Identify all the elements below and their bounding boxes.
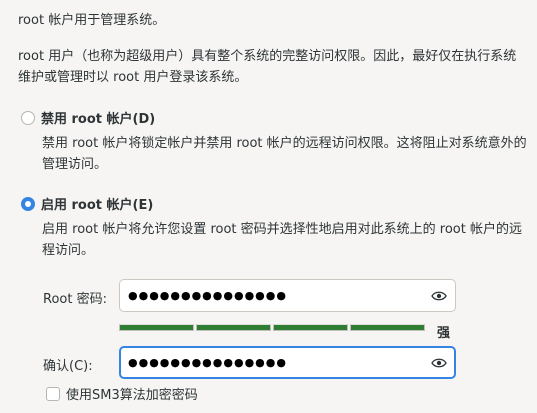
disable-root-radio[interactable]: 禁用 root 帐户(D): [21, 108, 155, 127]
radio-unchecked-icon[interactable]: [21, 110, 35, 125]
confirm-password-label: 确认(C):: [43, 359, 93, 374]
enable-root-label[interactable]: 启用 root 帐户(E): [41, 194, 153, 213]
radio-checked-icon[interactable]: [21, 196, 35, 211]
strength-segment: [196, 324, 271, 331]
strength-segment: [350, 324, 425, 331]
sm3-checkbox[interactable]: [46, 386, 60, 401]
enable-root-radio[interactable]: 启用 root 帐户(E): [21, 194, 153, 213]
confirm-password-value[interactable]: ●●●●●●●●●●●●●●●: [128, 356, 431, 369]
sm3-checkbox-row[interactable]: 使用SM3算法加密密码: [46, 384, 198, 403]
password-strength-bar: [119, 324, 425, 331]
sm3-label[interactable]: 使用SM3算法加密密码: [66, 384, 198, 403]
intro-text: root 帐户用于管理系统。: [18, 13, 166, 28]
eye-icon[interactable]: [431, 290, 447, 302]
root-password-input[interactable]: ●●●●●●●●●●●●●●●: [119, 279, 456, 312]
password-strength-label: 强: [437, 326, 451, 341]
disable-root-label[interactable]: 禁用 root 帐户(D): [41, 108, 155, 127]
eye-icon[interactable]: [431, 357, 447, 369]
root-password-value[interactable]: ●●●●●●●●●●●●●●●: [128, 289, 431, 302]
strength-segment: [273, 324, 348, 331]
strength-segment: [119, 324, 194, 331]
intro-description: root 用户（也称为超级用户）具有整个系统的完整访问权限。因此，最好仅在执行系…: [18, 49, 517, 85]
confirm-password-input[interactable]: ●●●●●●●●●●●●●●●: [119, 346, 456, 379]
disable-root-description: 禁用 root 帐户将锁定帐户并禁用 root 帐户的远程访问权限。这将阻止对系…: [42, 136, 527, 172]
enable-root-description: 启用 root 帐户将允许您设置 root 密码并选择性地启用对此系统上的 ro…: [42, 222, 522, 258]
root-password-label: Root 密码:: [43, 292, 107, 307]
